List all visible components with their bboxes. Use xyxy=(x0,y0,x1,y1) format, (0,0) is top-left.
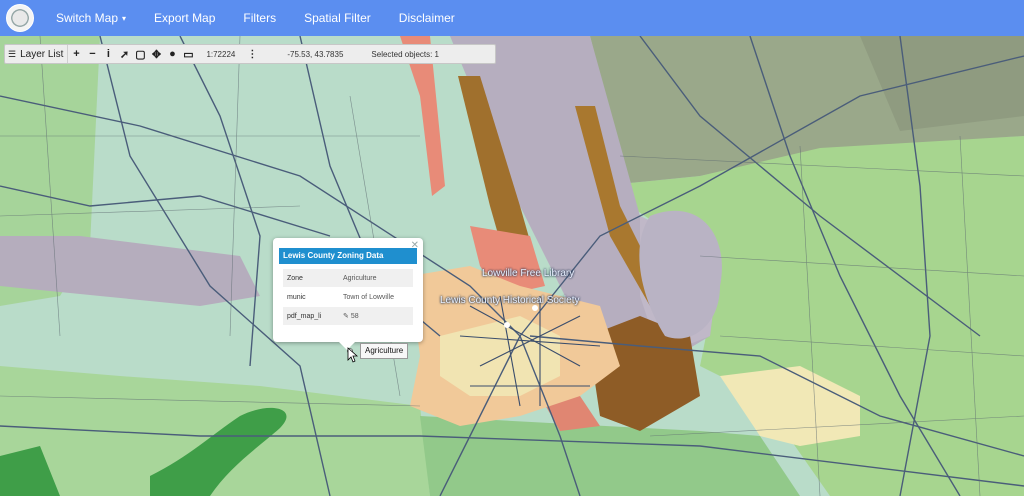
popup-title: Lewis County Zoning Data xyxy=(279,248,417,264)
measure-icon[interactable]: ▭ xyxy=(180,45,196,63)
nav-filters[interactable]: Filters xyxy=(243,11,276,25)
poi-society-marker[interactable] xyxy=(504,322,510,328)
popup-value: Agriculture xyxy=(343,274,377,282)
select-arrow-icon[interactable]: ➚ xyxy=(116,45,132,63)
nav-switch-map[interactable]: Switch Map ▾ xyxy=(56,11,126,25)
nav-switch-map-label: Switch Map xyxy=(56,11,119,25)
nav-spatial-filter[interactable]: Spatial Filter xyxy=(304,11,371,25)
box-select-icon[interactable]: ▢ xyxy=(132,45,148,63)
map-canvas[interactable] xyxy=(0,36,1024,496)
popup-key: Zone xyxy=(287,274,303,282)
hover-tooltip: Agriculture xyxy=(360,343,409,359)
zoom-out-icon[interactable]: − xyxy=(84,45,100,63)
zoom-in-icon[interactable]: + xyxy=(68,45,84,63)
coordinate-readout: -75.53, 43.7835 xyxy=(287,49,344,59)
popup-key: pdf_map_li xyxy=(287,312,322,320)
map-svg[interactable] xyxy=(0,36,1024,496)
scale-readout: 1:72224 xyxy=(206,49,236,59)
nav-export-map[interactable]: Export Map xyxy=(154,11,215,25)
map-toolbar: ☰ Layer List + − i ➚ ▢ ✥ ● ▭ 1:72224 ⋮ -… xyxy=(4,44,496,64)
selected-objects-readout: Selected objects: 1 xyxy=(371,49,440,59)
popup-pdf-link[interactable]: ✎ 58 xyxy=(343,312,359,320)
pan-icon[interactable]: ✥ xyxy=(148,45,164,63)
map-label-historical-society: Lewis County Historical Society xyxy=(440,295,580,306)
popup-row-pdf: pdf_map_li ✎ 58 xyxy=(283,307,413,325)
more-vertical-icon[interactable]: ⋮ xyxy=(247,49,257,60)
mouse-cursor-icon xyxy=(347,347,359,363)
popup-value: Town of Lowville xyxy=(343,293,394,301)
globe-icon[interactable]: ● xyxy=(164,45,180,63)
chevron-down-icon: ▾ xyxy=(122,13,127,23)
top-navbar: Switch Map ▾ Export Map Filters Spatial … xyxy=(0,0,1024,36)
map-label-library: Lowville Free Library xyxy=(482,268,575,279)
feature-popup: ✕ Lewis County Zoning Data Zone Agricult… xyxy=(273,238,423,350)
identify-icon[interactable]: i xyxy=(100,45,116,63)
popup-key: munic xyxy=(287,293,306,301)
list-icon: ☰ xyxy=(8,48,17,59)
county-seal-logo[interactable] xyxy=(6,4,34,32)
popup-row-munic: munic Town of Lowville xyxy=(283,288,413,306)
popup-value: 58 xyxy=(350,313,359,320)
paperclip-icon: ✎ xyxy=(343,313,349,320)
layer-list-button[interactable]: ☰ Layer List xyxy=(5,45,69,63)
nav-disclaimer[interactable]: Disclaimer xyxy=(399,11,455,25)
popup-row-zone: Zone Agriculture xyxy=(283,269,413,287)
layer-list-label: Layer List xyxy=(20,48,64,60)
